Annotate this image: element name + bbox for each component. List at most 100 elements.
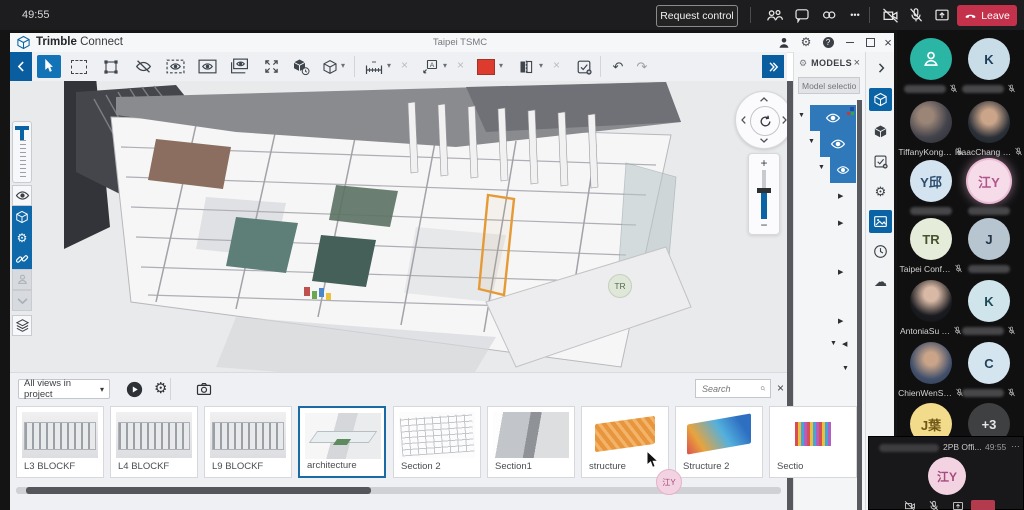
select-tool-button[interactable] — [37, 55, 61, 78]
model-history-button[interactable] — [289, 55, 313, 78]
thumbnail-scrollbar-thumb[interactable] — [26, 487, 371, 494]
tree-scrollbar[interactable] — [857, 100, 862, 510]
views-settings-button[interactable]: ⚙ — [154, 379, 167, 397]
tree-expander[interactable]: ▼ — [830, 340, 837, 347]
participant-tile[interactable]: TR Taipei Conf… — [903, 218, 959, 274]
views-filter-select[interactable]: All views in project ▾ — [18, 379, 110, 399]
visibility-tool-button[interactable] — [12, 185, 32, 206]
model-tree-item[interactable] — [810, 105, 856, 131]
model-tree-item[interactable] — [820, 131, 856, 157]
play-views-button[interactable] — [126, 381, 143, 398]
hide-objects-button[interactable] — [131, 55, 155, 78]
markup-caret[interactable]: ▾ — [443, 61, 447, 70]
orbit-navigation-widget[interactable] — [735, 91, 793, 149]
tab-cloud[interactable]: ☁ — [869, 270, 892, 293]
orbit-rotate-button[interactable] — [750, 106, 780, 136]
zoom-slider[interactable]: + − — [748, 153, 780, 235]
views-search-box[interactable] — [695, 379, 771, 398]
tree-expander[interactable]: ▶ — [838, 268, 843, 276]
view-card-selected[interactable]: architecture — [298, 406, 386, 478]
share-screen-button[interactable] — [932, 6, 952, 24]
view-card[interactable]: Structure 2 — [675, 406, 763, 478]
settings-button[interactable]: ⚙ — [798, 35, 814, 50]
tree-expander[interactable]: ▼ — [818, 164, 825, 171]
participant-tile[interactable]: Y邱 — [903, 160, 959, 216]
tab-objects[interactable] — [869, 120, 892, 143]
close-button[interactable]: × — [880, 35, 894, 50]
tab-views[interactable] — [869, 210, 892, 233]
tree-expander[interactable]: ▼ — [808, 138, 815, 145]
measure-caret[interactable]: ▾ — [387, 61, 391, 70]
participant-tile[interactable]: 江Y — [961, 160, 1017, 216]
tree-expander[interactable]: ▼ — [798, 112, 805, 119]
snapshot-button[interactable] — [196, 381, 212, 397]
search-close-button[interactable]: × — [777, 381, 784, 395]
tab-models[interactable] — [869, 88, 892, 111]
help-button[interactable]: ? — [820, 35, 836, 50]
user-account-button[interactable] — [776, 35, 792, 50]
toolbar-overflow-button[interactable] — [762, 55, 784, 78]
view-card[interactable]: L4 BLOCKF — [110, 406, 198, 478]
zoom-extents-button[interactable] — [259, 55, 283, 78]
model-filter-input[interactable] — [798, 77, 860, 94]
participant-tile[interactable]: J — [961, 218, 1017, 274]
pip-camera-off-icon[interactable] — [903, 500, 917, 510]
explode-slider[interactable] — [12, 121, 32, 183]
tab-todos[interactable] — [869, 150, 892, 173]
models-close-button[interactable]: × — [854, 57, 860, 69]
clear-measure-button[interactable]: × — [401, 58, 408, 72]
tree-expander[interactable]: ◀ — [842, 340, 847, 348]
model-tree-item[interactable] — [830, 157, 856, 183]
pan-down-icon[interactable] — [759, 135, 769, 145]
view-card[interactable]: Sectio — [769, 406, 857, 478]
redo-button[interactable]: ↷ — [630, 55, 654, 78]
tab-history[interactable] — [869, 240, 892, 263]
color-caret[interactable]: ▾ — [499, 61, 503, 70]
clear-section-button[interactable]: × — [553, 58, 560, 72]
pan-up-icon[interactable] — [759, 95, 769, 105]
minimize-button[interactable] — [842, 35, 858, 50]
tree-expander[interactable]: ▶ — [838, 219, 843, 227]
settings-tool-button[interactable]: ⚙ — [12, 227, 32, 248]
measure-tool-button[interactable] — [362, 55, 386, 78]
view-card[interactable]: Section1 — [487, 406, 575, 478]
clear-markup-button[interactable]: × — [457, 58, 464, 72]
participant-tile[interactable]: C — [961, 342, 1017, 398]
collapse-panel-button[interactable] — [869, 56, 892, 79]
pip-more-button[interactable]: … — [1011, 439, 1020, 449]
restore-button[interactable] — [862, 35, 878, 50]
more-actions-button[interactable]: ••• — [845, 6, 865, 24]
participant-tile[interactable] — [903, 38, 959, 94]
back-button[interactable] — [10, 52, 32, 81]
pip-leave-button[interactable] — [971, 500, 995, 510]
marquee-select-button[interactable] — [67, 55, 91, 78]
participant-tile[interactable]: TiffanyKong… — [903, 101, 959, 157]
layers-tool-button[interactable] — [12, 315, 32, 336]
section-plane-button[interactable] — [514, 55, 538, 78]
search-input[interactable] — [700, 383, 760, 395]
meeting-pip-window[interactable]: 2PB Offi... 49:55 … 江Y — [868, 436, 1024, 510]
section-caret[interactable]: ▾ — [539, 61, 543, 70]
view-mode-button[interactable] — [318, 55, 342, 78]
mic-off-button[interactable] — [906, 6, 926, 24]
camera-off-button[interactable] — [880, 6, 900, 24]
tree-expander[interactable]: ▶ — [838, 317, 843, 325]
request-control-button[interactable]: Request control — [656, 5, 738, 27]
participant-tile[interactable]: ChienWenS… — [903, 342, 959, 398]
todo-check-button[interactable] — [572, 55, 596, 78]
view-card[interactable]: Section 2 — [393, 406, 481, 478]
participants-button[interactable] — [764, 6, 784, 24]
zoom-in-button[interactable]: + — [749, 156, 779, 170]
markup-label-button[interactable] — [418, 55, 442, 78]
undo-button[interactable]: ↶ — [606, 55, 630, 78]
participant-tile[interactable]: K — [961, 38, 1017, 94]
view-mode-caret[interactable]: ▾ — [341, 61, 345, 70]
zoom-out-button[interactable]: − — [749, 218, 779, 232]
view-card[interactable]: L3 BLOCKF — [16, 406, 104, 478]
pip-share-icon[interactable] — [951, 500, 965, 510]
markup-color-button[interactable] — [474, 55, 498, 78]
pan-left-icon[interactable] — [739, 115, 749, 125]
participant-tile[interactable]: K — [961, 280, 1017, 336]
breakout-rooms-button[interactable] — [819, 6, 839, 24]
isolate-selection-button[interactable] — [195, 55, 219, 78]
